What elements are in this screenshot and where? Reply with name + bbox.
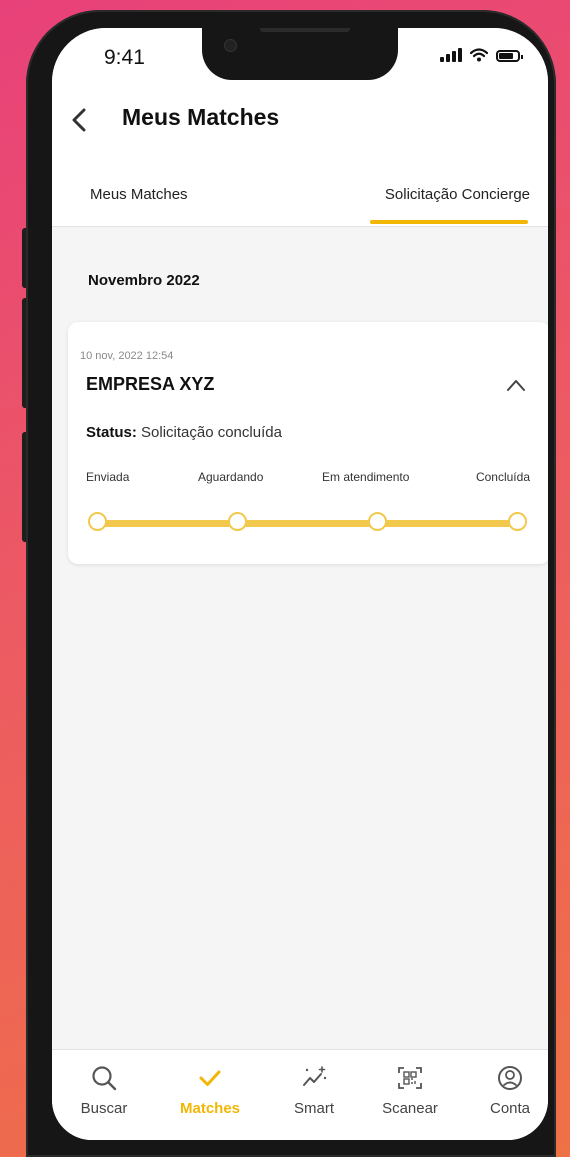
step-label-aguardando: Aguardando [198, 470, 264, 484]
step-label-concluida: Concluída [475, 470, 530, 484]
nav-label-smart: Smart [293, 1100, 334, 1117]
search-icon [92, 1066, 117, 1091]
back-arrow-icon[interactable] [66, 106, 94, 134]
tab-meus-matches[interactable]: Meus Matches [90, 186, 188, 203]
status-line: Status: Solicitação concluída [86, 424, 282, 441]
step-dot-em-atendimento [368, 512, 387, 531]
sparkle-chart-icon [303, 1066, 327, 1086]
nav-item-matches[interactable]: Matches [170, 1064, 250, 1117]
progress-track [98, 520, 518, 527]
status-icons [440, 48, 523, 62]
wifi-icon [470, 48, 488, 62]
nav-label-scanear: Scanear [382, 1100, 438, 1117]
step-dot-aguardando [228, 512, 247, 531]
nav-item-scanear[interactable]: Scanear [370, 1064, 450, 1117]
step-dot-concluida [508, 512, 527, 531]
app-screen: 9:41 Meus Matches Meus Matches Solicitaç… [52, 28, 548, 1140]
step-label-enviada: Enviada [86, 470, 130, 484]
nav-label-conta: Conta [489, 1100, 531, 1117]
active-tab-indicator [370, 220, 528, 224]
nav-item-smart[interactable]: Smart [274, 1064, 354, 1117]
step-dot-enviada [88, 512, 107, 531]
nav-label-buscar: Buscar [80, 1100, 128, 1117]
nav-item-conta[interactable]: Conta [470, 1064, 548, 1117]
nav-label-matches: Matches [179, 1100, 241, 1117]
chevron-up-icon[interactable] [506, 378, 526, 392]
company-name: EMPRESA XYZ [86, 374, 215, 394]
notch [202, 28, 398, 80]
battery-icon [496, 50, 523, 62]
status-value: Solicitação concluída [136, 424, 282, 441]
speaker [260, 28, 350, 32]
status-label: Status: [86, 424, 137, 441]
section-month: Novembro 2022 [88, 272, 200, 289]
tab-solicitacao-concierge[interactable]: Solicitação Concierge [385, 186, 530, 203]
concierge-request-card[interactable]: 10 nov, 2022 12:54 EMPRESA XYZ Status: S… [68, 322, 548, 564]
check-icon [199, 1070, 221, 1086]
nav-item-buscar[interactable]: Buscar [64, 1064, 144, 1117]
step-label-em-atendimento: Em atendimento [322, 470, 410, 484]
qr-scan-icon [398, 1067, 422, 1089]
status-time: 9:41 [104, 46, 145, 69]
camera-icon [224, 39, 237, 52]
signal-icon [440, 48, 462, 62]
request-datetime: 10 nov, 2022 12:54 [80, 350, 174, 362]
page-title: Meus Matches [122, 104, 280, 130]
bottom-nav: Buscar Matches Smart Scanear Conta [52, 1049, 548, 1140]
user-circle-icon [498, 1066, 522, 1090]
